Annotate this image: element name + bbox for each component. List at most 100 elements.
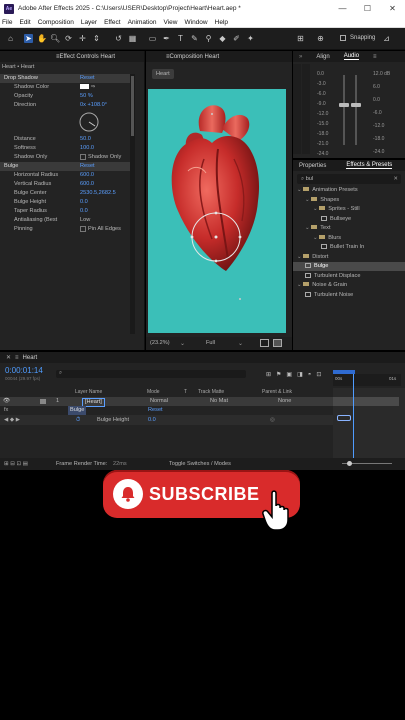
timeline-search-input[interactable]: ⌕ bbox=[56, 370, 246, 378]
effect-prop-row[interactable]: Antialiasing (Best Low bbox=[0, 216, 130, 225]
hand-tool-icon[interactable]: ✋ bbox=[37, 34, 47, 43]
prop-row[interactable]: ◀ ◆ ▶ ⏱ Bulge Height 0.0 ◎ bbox=[0, 415, 333, 425]
layer-parent-select[interactable]: None bbox=[278, 397, 291, 406]
effect-prop-row[interactable]: Distance 50.0 bbox=[0, 135, 130, 144]
effect-prop-row[interactable]: Bulge Center 2530.5,2682.5 bbox=[0, 189, 130, 198]
direction-dial[interactable] bbox=[78, 111, 100, 133]
effects-tree-item[interactable]: ⌄ Blurs bbox=[293, 234, 405, 243]
rotate-tool-icon[interactable]: ↺ bbox=[114, 34, 123, 43]
effect-prop-row[interactable]: Opacity 50 % bbox=[0, 92, 130, 101]
zoom-select[interactable]: (23.2%) bbox=[150, 340, 170, 346]
work-area-bar[interactable] bbox=[333, 370, 355, 374]
zoom-slider-handle[interactable] bbox=[347, 461, 352, 466]
comp-subtab-heart[interactable]: Heart bbox=[152, 69, 174, 79]
effect-prop-value[interactable]: 600.0 bbox=[80, 180, 94, 189]
effect-row[interactable]: fx Bulge Reset bbox=[0, 406, 333, 415]
effect-prop-row[interactable]: Direction 0x +108.0° bbox=[0, 101, 130, 110]
keyframe-marker[interactable] bbox=[337, 415, 351, 421]
menu-item-help[interactable]: Help bbox=[215, 19, 228, 26]
clone-stamp-icon[interactable]: ⚲ bbox=[204, 34, 213, 43]
effect-prop-value[interactable]: Shadow Only bbox=[80, 153, 121, 162]
col-parent-link[interactable]: Parent & Link bbox=[262, 388, 292, 397]
effect-row-reset[interactable]: Reset bbox=[148, 406, 163, 415]
audio-slider-right[interactable] bbox=[355, 75, 357, 145]
effect-prop-value[interactable]: 0.0 bbox=[80, 207, 88, 216]
col-track-matte[interactable]: Track Matte bbox=[198, 388, 224, 397]
clear-search-icon[interactable]: ✕ bbox=[393, 174, 398, 184]
roto-brush-icon[interactable]: ✐ bbox=[232, 34, 241, 43]
layer-matte-select[interactable]: No Mat bbox=[210, 397, 228, 406]
brush-tool-icon[interactable]: ✎ bbox=[190, 34, 199, 43]
effects-tree-item[interactable]: Turbulent Displace bbox=[293, 272, 405, 281]
effect-prop-row[interactable]: Softness 100.0 bbox=[0, 144, 130, 153]
effect-prop-value[interactable]: 0x +108.0° bbox=[80, 101, 107, 110]
effects-tree-item[interactable]: ⌄ Noise & Grain bbox=[293, 281, 405, 290]
effect-controls-tab[interactable]: ≡ Effect Controls Heart bbox=[0, 51, 144, 62]
effect-prop-row[interactable]: Shadow Only Shadow Only bbox=[0, 153, 130, 162]
puppet-tool-icon[interactable]: ✦ bbox=[246, 34, 255, 43]
resolution-select[interactable]: Full bbox=[206, 340, 215, 346]
selection-tool-icon[interactable]: ➤ bbox=[24, 34, 33, 43]
menu-item-layer[interactable]: Layer bbox=[81, 19, 97, 26]
timeline-tab-label[interactable]: Heart bbox=[23, 355, 38, 361]
eraser-tool-icon[interactable]: ◆ bbox=[218, 34, 227, 43]
pickwhip-icon[interactable]: ◎ bbox=[270, 415, 275, 425]
tab-audio[interactable]: Audio bbox=[343, 53, 360, 60]
composition-tab[interactable]: ≡ Composition Heart bbox=[146, 51, 292, 62]
prop-row-value[interactable]: 0.0 bbox=[148, 415, 156, 425]
home-icon[interactable]: ⌂ bbox=[6, 34, 15, 43]
tab-align[interactable]: Align bbox=[316, 54, 329, 60]
snap-options-icon[interactable]: ⊿ bbox=[382, 34, 391, 43]
keyframe-nav-icon[interactable]: ◀ ◆ ▶ bbox=[4, 415, 20, 425]
current-time-indicator[interactable] bbox=[353, 374, 354, 458]
type-tool-icon[interactable]: T bbox=[176, 34, 185, 43]
toggle-switches-modes[interactable]: Toggle Switches / Modes bbox=[169, 458, 231, 470]
effect-prop-value[interactable]: 50 % bbox=[80, 92, 93, 101]
pen-tool-icon[interactable]: ✒ bbox=[162, 34, 171, 43]
effects-tree-item[interactable]: Bullet Train In bbox=[293, 243, 405, 252]
dolly-tool-icon[interactable]: ⇕ bbox=[92, 34, 101, 43]
minimize-button[interactable]: — bbox=[330, 0, 355, 17]
audio-slider-left[interactable] bbox=[343, 75, 345, 145]
timeline-switch-icons[interactable]: ⊞⚑▣◨◓⊡ bbox=[266, 371, 326, 378]
effects-tree-item[interactable]: ⌄ Distort bbox=[293, 253, 405, 262]
time-ruler[interactable]: 00s 01s bbox=[333, 370, 401, 386]
mask-tool-icon[interactable]: ▭ bbox=[148, 34, 157, 43]
effect-prop-value[interactable]: ⇒ bbox=[80, 83, 95, 92]
col-mode[interactable]: Mode bbox=[147, 388, 160, 397]
menu-item-view[interactable]: View bbox=[164, 19, 178, 26]
tab-properties[interactable]: Properties bbox=[299, 163, 326, 169]
label-color-swatch[interactable] bbox=[40, 399, 46, 404]
effect-prop-value[interactable]: Reset bbox=[80, 162, 95, 171]
effect-prop-value[interactable]: Low bbox=[80, 216, 90, 225]
layer-bar[interactable] bbox=[333, 397, 399, 406]
col-t[interactable]: T bbox=[184, 388, 187, 397]
track-area[interactable] bbox=[333, 374, 405, 458]
region-of-interest-icon[interactable] bbox=[260, 339, 269, 347]
audio-slider-right-handle[interactable] bbox=[351, 103, 361, 107]
composition-viewer[interactable] bbox=[148, 89, 286, 333]
effects-tree-item[interactable]: Bullseye bbox=[293, 215, 405, 224]
close-button[interactable]: ✕ bbox=[380, 0, 405, 17]
pan-tool-icon[interactable]: ✛ bbox=[78, 34, 87, 43]
col-layer-name[interactable]: Layer Name bbox=[75, 388, 102, 397]
menu-item-window[interactable]: Window bbox=[185, 19, 208, 26]
transparency-grid-icon[interactable] bbox=[273, 339, 282, 347]
effects-tree-item[interactable]: ⌄ Animation Presets bbox=[293, 186, 405, 195]
zoom-dropdown-icon[interactable]: ⌄ bbox=[180, 340, 185, 347]
maximize-button[interactable]: ☐ bbox=[355, 0, 380, 17]
effect-prop-row[interactable]: Horizontal Radius 600.0 bbox=[0, 171, 130, 180]
effect-prop-value[interactable]: 100.0 bbox=[80, 144, 94, 153]
effect-prop-value[interactable]: 600.0 bbox=[80, 171, 94, 180]
effects-tree-item[interactable]: ⌄ Shapes bbox=[293, 196, 405, 205]
layer-row[interactable]: 👁︎ 1 [Heart] Normal No Mat None bbox=[0, 397, 333, 407]
effect-prop-value[interactable]: 50.0 bbox=[80, 135, 91, 144]
menu-item-effect[interactable]: Effect bbox=[104, 19, 121, 26]
effect-prop-value[interactable]: Pin All Edges bbox=[80, 225, 121, 234]
camera-tool-icon[interactable]: ▦ bbox=[128, 34, 137, 43]
audio-menu-icon[interactable]: ≡ bbox=[373, 54, 377, 60]
visibility-eye-icon[interactable]: 👁︎ bbox=[3, 397, 10, 406]
zoom-tool-icon[interactable]: 🔍︎ bbox=[50, 34, 60, 43]
effects-tree-item[interactable]: Bulge bbox=[293, 262, 405, 271]
align-left-icon[interactable]: ⊞ bbox=[296, 34, 305, 43]
